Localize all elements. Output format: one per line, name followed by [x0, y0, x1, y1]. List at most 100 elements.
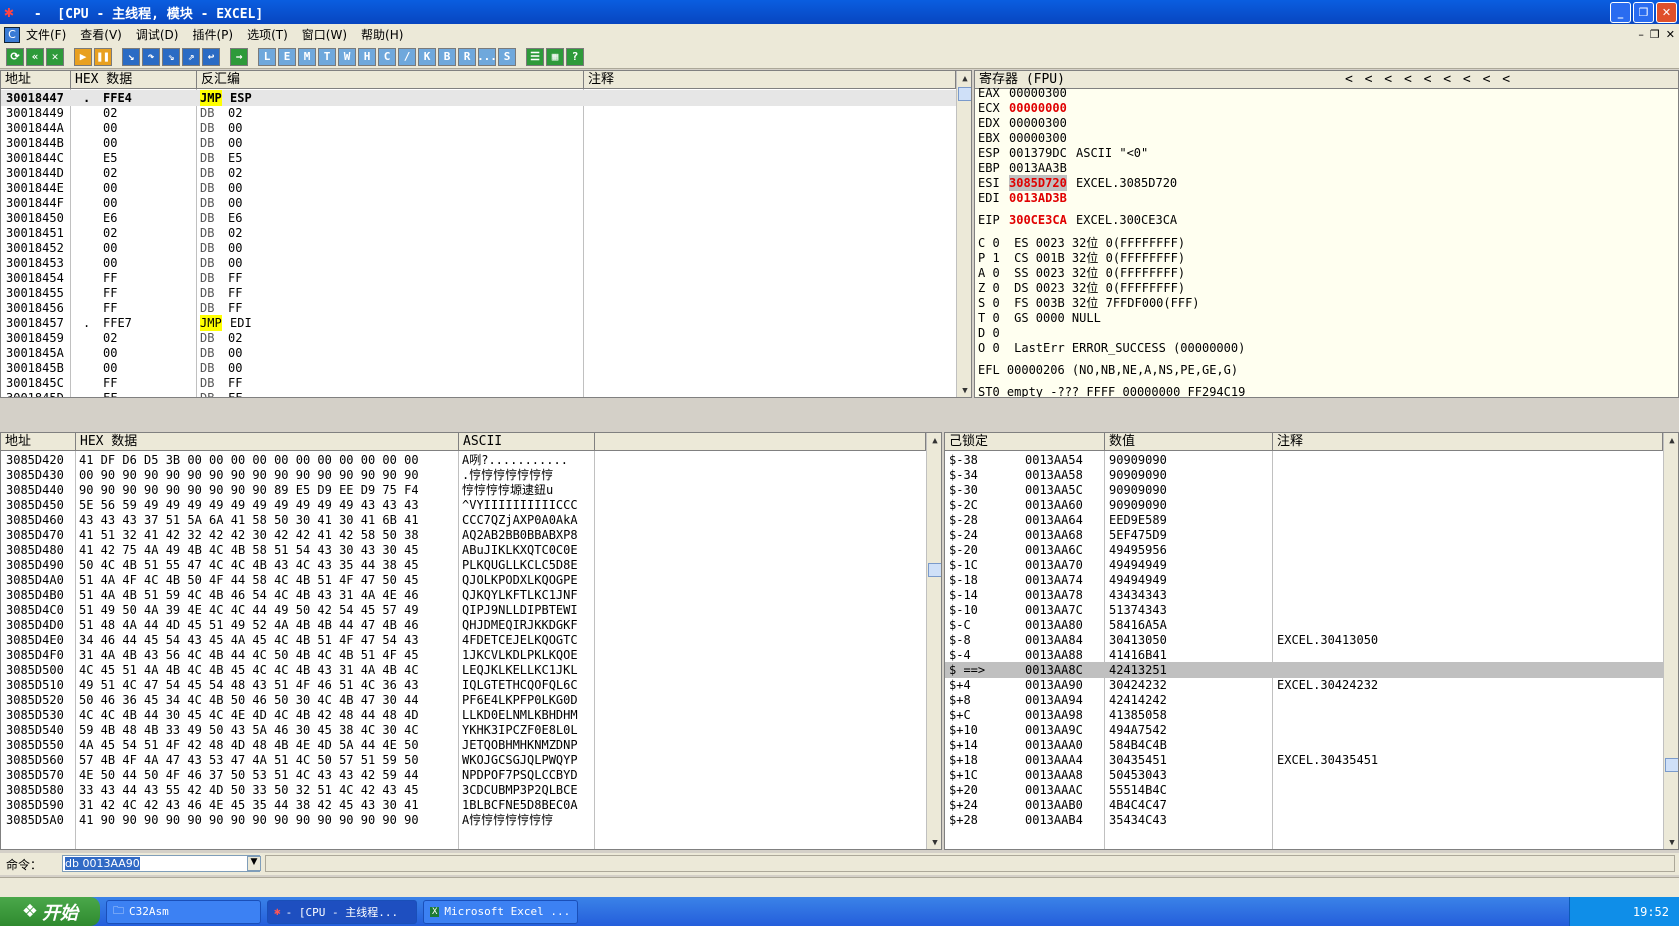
disasm-row[interactable]: 30018455 FF DB FF: [1, 285, 956, 301]
stack-row[interactable]: $-34 0013AA58 90909090: [945, 467, 1663, 483]
disasm-row[interactable]: 3001844C E5 DB E5: [1, 150, 956, 166]
disasm-row[interactable]: 30018450 E6 DB E6: [1, 210, 956, 226]
register-row[interactable]: EDX 00000300: [978, 115, 1668, 131]
dump-row[interactable]: 3085D520 50 46 36 45 34 4C 4B 50 46 50 30…: [1, 692, 926, 708]
stack-row[interactable]: $-28 0013AA64 EED9E589: [945, 512, 1663, 528]
patches-window-button[interactable]: /: [398, 47, 416, 66]
dump-row[interactable]: 3085D550 4A 45 54 51 4F 42 48 4D 48 4B 4E…: [1, 737, 926, 753]
menu-window[interactable]: 窗口(W): [302, 26, 347, 43]
command-value[interactable]: db 0013AA90: [65, 857, 140, 870]
stack-row[interactable]: $-2C 0013AA60 90909090: [945, 497, 1663, 513]
trace-over-icon[interactable]: ⇗: [182, 47, 200, 66]
disasm-row[interactable]: 3001844F 00 DB 00: [1, 195, 956, 211]
eflags-row[interactable]: EFL 00000206 (NO,NB,NE,A,NS,PE,GE,G): [978, 362, 1668, 378]
disassembly-pane[interactable]: 地址 HEX 数据 反汇编 注释 30018447. FFE4 JMP ESP 3001…: [0, 70, 972, 398]
scroll-thumb[interactable]: [1665, 758, 1678, 772]
stack-row[interactable]: $-18 0013AA74 49494949: [945, 572, 1663, 588]
scroll-thumb[interactable]: [958, 87, 971, 101]
modules-window-button[interactable]: E: [278, 47, 296, 66]
dump-row[interactable]: 3085D450 5E 56 59 49 49 49 49 49 49 49 49…: [1, 497, 926, 513]
menu-file[interactable]: 文件(F): [26, 26, 66, 43]
stack-row[interactable]: $-C 0013AA80 58416A5A: [945, 617, 1663, 633]
open-icon[interactable]: ⟳: [6, 47, 24, 66]
scroll-down-icon[interactable]: ▼: [1665, 836, 1678, 849]
stack-row[interactable]: $+1C 0013AAA8 50453043: [945, 767, 1663, 783]
eip-row[interactable]: EIP 300CE3CA EXCEL.300CE3CA: [978, 212, 1668, 228]
stack-scrollbar[interactable]: ▲ ▼: [1663, 433, 1678, 849]
dump-row[interactable]: 3085D4B0 51 4A 4B 51 59 4C 4B 46 54 4C 4B…: [1, 587, 926, 603]
dump-row[interactable]: 3085D4D0 51 48 4A 44 4D 45 51 49 52 4A 4B…: [1, 617, 926, 633]
registers-pane[interactable]: 寄存器 (FPU) < < < < < < < < < EAX 00000300 E…: [974, 70, 1679, 398]
cpu-window-button[interactable]: C: [378, 47, 396, 66]
flag-segment-row[interactable]: O 0 LastErr ERROR_SUCCESS (00000000): [978, 340, 1668, 356]
disasm-row[interactable]: 30018449 02 DB 02: [1, 105, 956, 121]
child-minimize-icon[interactable]: –: [1638, 28, 1644, 41]
close-button[interactable]: ✕: [1656, 1, 1677, 23]
stack-row[interactable]: $+18 0013AAA4 30435451 EXCEL.30435451: [945, 752, 1663, 768]
flag-segment-row[interactable]: D 0: [978, 325, 1668, 341]
disasm-row[interactable]: 30018456 FF DB FF: [1, 300, 956, 316]
dump-row[interactable]: 3085D500 4C 45 51 4A 4B 4C 4B 45 4C 4C 4B…: [1, 662, 926, 678]
stack-header-locked[interactable]: 己锁定: [945, 433, 1105, 451]
register-row[interactable]: EDI 0013AD3B: [978, 190, 1668, 206]
stack-row[interactable]: $-20 0013AA6C 49495956: [945, 542, 1663, 558]
disasm-header-disassembly[interactable]: 反汇编: [197, 71, 584, 89]
stack-header-comment[interactable]: 注释: [1273, 433, 1663, 451]
stack-header-value[interactable]: 数值: [1105, 433, 1273, 451]
grid-icon[interactable]: ▦: [546, 47, 564, 66]
register-value[interactable]: 00000300: [1009, 115, 1067, 131]
minimize-button[interactable]: _: [1610, 1, 1631, 23]
threads-window-button[interactable]: T: [318, 47, 336, 66]
execute-till-return-icon[interactable]: ↩: [202, 47, 220, 66]
stack-row[interactable]: $-14 0013AA78 43434343: [945, 587, 1663, 603]
flag-segment-row[interactable]: S 0 FS 003B 32位 7FFDF000(FFF): [978, 295, 1668, 311]
flag-segment-row[interactable]: P 1 CS 001B 32位 0(FFFFFFFF): [978, 250, 1668, 266]
flag-segment-row[interactable]: A 0 SS 0023 32位 0(FFFFFFFF): [978, 265, 1668, 281]
register-value[interactable]: 300CE3CA: [1009, 212, 1067, 228]
command-dropdown-icon[interactable]: ▼: [247, 856, 261, 871]
dump-row[interactable]: 3085D530 4C 4C 4B 44 30 45 4C 4E 4D 4C 4B…: [1, 707, 926, 723]
dump-row[interactable]: 3085D4E0 34 46 44 45 54 43 45 4A 45 4C 4B…: [1, 632, 926, 648]
dump-row[interactable]: 3085D510 49 51 4C 47 54 45 54 48 43 51 4F…: [1, 677, 926, 693]
windows-window-button[interactable]: W: [338, 47, 356, 66]
stack-row[interactable]: $+10 0013AA9C 494A7542: [945, 722, 1663, 738]
dump-header-address[interactable]: 地址: [1, 433, 76, 451]
stack-row[interactable]: $-4 0013AA88 41416B41: [945, 647, 1663, 663]
scroll-down-icon[interactable]: ▼: [958, 384, 971, 397]
register-row[interactable]: EAX 00000300: [978, 85, 1668, 101]
flag-segment-row[interactable]: T 0 GS 0000 NULL: [978, 310, 1668, 326]
call-stack-button[interactable]: K: [418, 47, 436, 66]
flag-segment-row[interactable]: Z 0 DS 0023 32位 0(FFFFFFFF): [978, 280, 1668, 296]
disasm-row[interactable]: 3001844D 02 DB 02: [1, 165, 956, 181]
stack-pane[interactable]: 己锁定 数值 注释 $-38 0013AA54 90909090 $-34 0013AA…: [944, 432, 1679, 850]
dump-row[interactable]: 3085D590 31 42 4C 42 43 46 4E 45 35 44 38…: [1, 797, 926, 813]
list-icon[interactable]: ☰: [526, 47, 544, 66]
dump-scrollbar[interactable]: ▲ ▼: [926, 433, 941, 849]
disasm-header-hex[interactable]: HEX 数据: [71, 71, 197, 89]
disasm-header-comment[interactable]: 注释: [584, 71, 956, 89]
disasm-row[interactable]: 3001845C FF DB FF: [1, 375, 956, 391]
disasm-row[interactable]: 3001844A 00 DB 00: [1, 120, 956, 136]
run-trace-button[interactable]: ...: [477, 47, 497, 66]
dump-header-hex[interactable]: HEX 数据: [76, 433, 459, 451]
taskbar-item-excel[interactable]: X Microsoft Excel ...: [423, 899, 578, 924]
register-row[interactable]: ECX 00000000: [978, 100, 1668, 116]
step-over-icon[interactable]: ↷: [142, 47, 160, 66]
disasm-row[interactable]: 30018452 00 DB 00: [1, 240, 956, 256]
disasm-row[interactable]: 3001844B 00 DB 00: [1, 135, 956, 151]
disasm-row[interactable]: 30018447. FFE4 JMP ESP: [1, 90, 956, 106]
menu-options[interactable]: 选项(T): [247, 26, 288, 43]
register-value[interactable]: 001379DC: [1009, 145, 1067, 161]
dump-row[interactable]: 3085D440 90 90 90 90 90 90 90 90 90 89 E5…: [1, 482, 926, 498]
trace-into-icon[interactable]: ⇘: [162, 47, 180, 66]
maximize-button[interactable]: ❐: [1633, 1, 1654, 23]
breakpoints-window-button[interactable]: B: [438, 47, 456, 66]
stack-row[interactable]: $+8 0013AA94 42414242: [945, 692, 1663, 708]
dump-row[interactable]: 3085D460 43 43 43 37 51 5A 6A 41 58 50 30…: [1, 512, 926, 528]
menu-debug[interactable]: 调试(D): [136, 26, 179, 43]
fpu-st0-row[interactable]: ST0 empty -??? FFFF 00000000 FF294C19: [978, 384, 1668, 397]
dump-row[interactable]: 3085D420 41 DF D6 D5 3B 00 00 00 00 00 00…: [1, 452, 926, 468]
child-restore-icon[interactable]: ❐: [1650, 28, 1660, 41]
scroll-down-icon[interactable]: ▼: [928, 836, 941, 849]
stack-row[interactable]: $-38 0013AA54 90909090: [945, 452, 1663, 468]
